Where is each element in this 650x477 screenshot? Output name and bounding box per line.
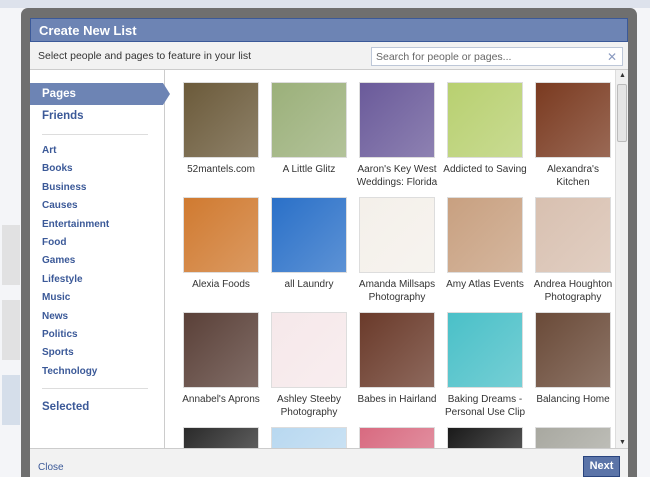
page-tile[interactable] — [177, 427, 265, 448]
page-thumbnail — [271, 312, 347, 388]
divider — [42, 388, 148, 390]
page-tile[interactable]: Amanda Millsaps Photography — [353, 197, 441, 312]
page-tile[interactable]: Annabel's Aprons — [177, 312, 265, 427]
page-tile[interactable]: Andrea Houghton Photography — [529, 197, 617, 312]
category-news[interactable]: News — [30, 308, 164, 326]
page-thumbnail — [535, 312, 611, 388]
category-politics[interactable]: Politics — [30, 326, 164, 344]
category-causes[interactable]: Causes — [30, 197, 164, 215]
page-tile[interactable]: Ashley Steeby Photography — [265, 312, 353, 427]
page-thumbnail — [535, 82, 611, 158]
page-name: Ashley Steeby Photography — [277, 394, 341, 418]
page-tile[interactable]: Babes in Hairland — [353, 312, 441, 427]
category-games[interactable]: Games — [30, 252, 164, 270]
page-tile[interactable]: Aaron's Key West Weddings: Florida — [353, 82, 441, 197]
dialog-subtitle: Select people and pages to feature in yo… — [38, 50, 252, 62]
next-button[interactable]: Next — [583, 456, 620, 477]
page-name: A Little Glitz — [282, 164, 336, 175]
scroll-down-icon[interactable]: ▼ — [619, 439, 626, 446]
page-name: Amy Atlas Events — [446, 279, 524, 290]
page-tile[interactable]: A Little Glitz — [265, 82, 353, 197]
page-name: Annabel's Aprons — [182, 394, 260, 405]
page-thumbnail — [535, 197, 611, 273]
pages-grid: 52mantels.com A Little Glitz Aaron's Key W… — [166, 70, 615, 448]
scroll-up-icon[interactable]: ▲ — [619, 72, 626, 79]
category-technology[interactable]: Technology — [30, 363, 164, 381]
page-thumbnail — [183, 427, 259, 448]
close-link[interactable]: Close — [38, 462, 64, 473]
page-name: Addicted to Saving — [443, 164, 527, 175]
scrollbar-thumb[interactable] — [617, 84, 627, 142]
page-tile[interactable]: Balancing Home — [529, 312, 617, 427]
page-tile[interactable] — [529, 427, 617, 448]
search-placeholder: Search for people or pages... — [376, 51, 512, 63]
category-entertainment[interactable]: Entertainment — [30, 216, 164, 234]
background-image — [2, 375, 20, 425]
page-thumbnail — [271, 82, 347, 158]
page-name: 52mantels.com — [187, 164, 255, 175]
page-tile[interactable]: 52mantels.com — [177, 82, 265, 197]
page-thumbnail — [271, 427, 347, 448]
page-name: Alexandra's Kitchen — [547, 164, 599, 188]
category-food[interactable]: Food — [30, 234, 164, 252]
divider — [42, 134, 148, 135]
category-art[interactable]: Art — [30, 142, 164, 160]
create-list-dialog: Create New List Select people and pages … — [21, 8, 637, 477]
category-books[interactable]: Books — [30, 160, 164, 178]
page-name: Baking Dreams - Personal Use Clip — [444, 394, 526, 418]
scrollbar[interactable]: ▲ ▼ — [615, 70, 628, 448]
sidebar-item-friends[interactable]: Friends — [30, 105, 164, 127]
clear-search-icon[interactable]: ✕ — [607, 50, 617, 64]
page-thumbnail — [359, 82, 435, 158]
page-name: Amanda Millsaps Photography — [358, 279, 436, 303]
page-name: Alexia Foods — [192, 279, 250, 290]
page-thumbnail — [447, 82, 523, 158]
page-tile[interactable]: Alexandra's Kitchen — [529, 82, 617, 197]
page-thumbnail — [183, 82, 259, 158]
page-thumbnail — [183, 197, 259, 273]
page-tile[interactable]: Amy Atlas Events — [441, 197, 529, 312]
page-thumbnail — [183, 312, 259, 388]
category-business[interactable]: Business — [30, 179, 164, 197]
page-name: all Laundry — [284, 279, 334, 290]
category-music[interactable]: Music — [30, 289, 164, 307]
dialog-footer: Close Next — [30, 448, 628, 477]
page-thumbnail — [359, 197, 435, 273]
page-tile[interactable]: Alexia Foods — [177, 197, 265, 312]
dialog-subheader: Select people and pages to feature in yo… — [30, 42, 628, 70]
category-lifestyle[interactable]: Lifestyle — [30, 271, 164, 289]
page-name: Andrea Houghton Photography — [533, 279, 613, 303]
dialog-title: Create New List — [30, 18, 628, 42]
page-thumbnail — [359, 427, 435, 448]
page-name: Balancing Home — [536, 394, 610, 405]
page-thumbnail — [447, 312, 523, 388]
page-tile[interactable] — [441, 427, 529, 448]
page-tile[interactable]: Addicted to Saving — [441, 82, 529, 197]
page-tile[interactable] — [353, 427, 441, 448]
page-thumbnail — [359, 312, 435, 388]
sidebar-item-pages[interactable]: Pages — [30, 83, 170, 105]
category-sports[interactable]: Sports — [30, 344, 164, 362]
page-thumbnail — [447, 197, 523, 273]
page-thumbnail — [447, 427, 523, 448]
page-tile[interactable] — [265, 427, 353, 448]
page-thumbnail — [271, 197, 347, 273]
background-image — [2, 300, 20, 360]
page-tile[interactable]: all Laundry — [265, 197, 353, 312]
page-tile[interactable]: Baking Dreams - Personal Use Clip — [441, 312, 529, 427]
page-name: Aaron's Key West Weddings: Florida — [356, 164, 438, 188]
sidebar-item-selected[interactable]: Selected — [30, 396, 164, 418]
page-thumbnail — [535, 427, 611, 448]
page-name: Babes in Hairland — [357, 394, 437, 405]
background-image — [2, 225, 20, 285]
search-input[interactable]: Search for people or pages... ✕ — [371, 47, 623, 66]
sidebar: Pages Friends Art Books Business Causes Entert… — [30, 70, 170, 448]
background-header — [0, 0, 650, 8]
